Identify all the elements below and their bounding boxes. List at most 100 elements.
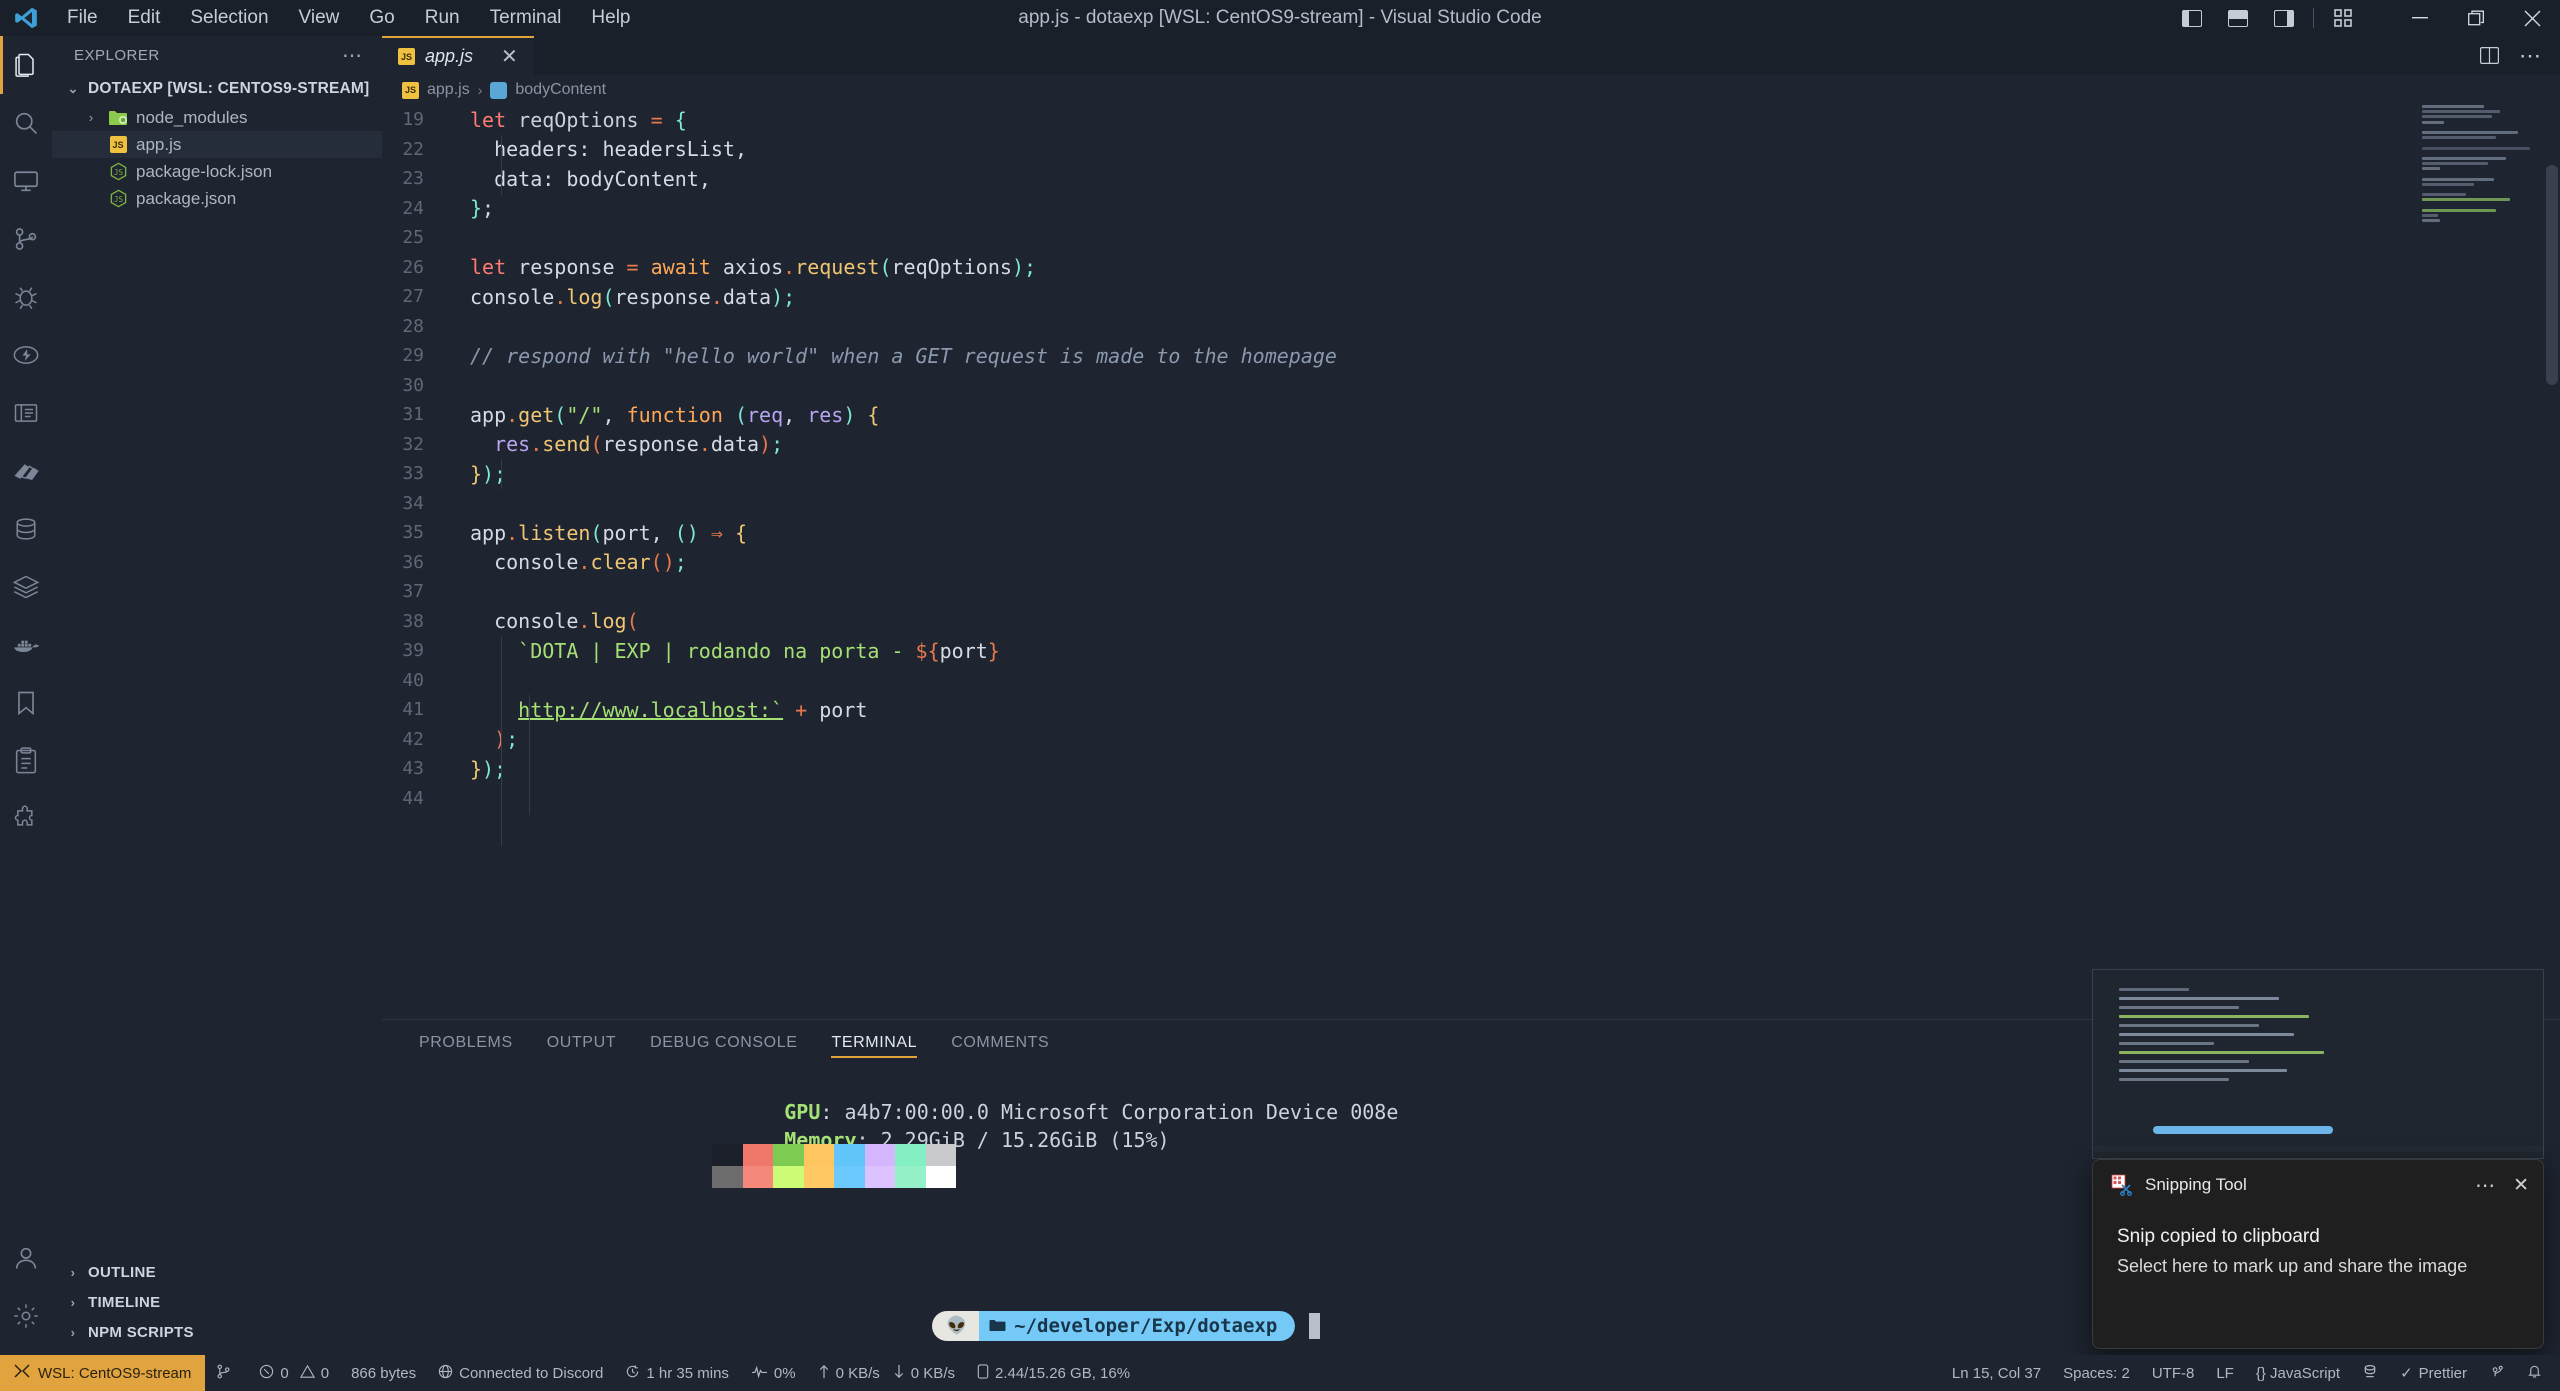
code-line: 26 let response = await axios.request(re… (382, 253, 2560, 283)
sidebar-more-actions-icon[interactable]: ⋯ (342, 43, 364, 68)
tree-item-app-js[interactable]: JS app.js (52, 131, 382, 158)
status-problems[interactable]: 0 0 (248, 1355, 340, 1391)
tab-output[interactable]: OUTPUT (530, 1020, 633, 1066)
activity-themes[interactable] (0, 442, 52, 500)
sidebar-section-outline[interactable]: › OUTLINE (52, 1257, 382, 1287)
status-gitlens[interactable] (2478, 1355, 2516, 1391)
sidebar-title: EXPLORER (74, 46, 160, 64)
editor-tab-app-js[interactable]: JS app.js ✕ (382, 36, 534, 75)
alien-emoji-icon: 👽 (932, 1311, 980, 1341)
notification-header: Snipping Tool ⋯ ✕ (2093, 1160, 2543, 1210)
status-branch[interactable] (205, 1355, 248, 1391)
maximize-button[interactable] (2448, 0, 2504, 36)
activity-extensions[interactable] (0, 790, 52, 848)
status-eol[interactable]: LF (2205, 1355, 2245, 1391)
status-remote-label: WSL: CentOS9-stream (38, 1364, 192, 1382)
close-button[interactable] (2504, 0, 2560, 36)
status-formatter-label: Prettier (2418, 1364, 2467, 1382)
split-editor-icon[interactable] (2468, 36, 2510, 75)
tree-item-package-lock-json[interactable]: JS package-lock.json (52, 158, 382, 185)
toggle-primary-sidebar-icon[interactable] (2169, 0, 2215, 36)
status-uptime[interactable]: 1 hr 35 mins (614, 1355, 740, 1391)
activity-bookmarks[interactable] (0, 674, 52, 732)
close-icon[interactable]: ✕ (2513, 1174, 2529, 1197)
tab-comments[interactable]: COMMENTS (934, 1020, 1066, 1066)
tree-item-package-json[interactable]: JS package.json (52, 185, 382, 212)
activity-settings[interactable] (0, 1287, 52, 1345)
editor-scrollbar-thumb[interactable] (2546, 165, 2558, 385)
menu-edit[interactable]: Edit (113, 3, 176, 33)
code-comment: // respond with "hello world" when a GET… (470, 343, 1337, 368)
activity-search[interactable] (0, 94, 52, 152)
minimize-button[interactable] (2392, 0, 2448, 36)
palette-swatch (803, 1166, 834, 1188)
status-cursor-position[interactable]: Ln 15, Col 37 (1941, 1355, 2052, 1391)
activity-tasks[interactable] (0, 732, 52, 790)
workspace-root-row[interactable]: ⌄ DOTAEXP [WSL: CENTOS9-STREAM] (52, 74, 382, 104)
snipping-tool-preview[interactable] (2092, 969, 2544, 1159)
status-download-speed: 0 KB/s (910, 1364, 955, 1382)
status-cpu[interactable]: 0% (740, 1355, 807, 1391)
activity-run-debug[interactable] (0, 268, 52, 326)
notification-body: Snip copied to clipboard Select here to … (2093, 1210, 2543, 1277)
status-encoding[interactable]: UTF-8 (2141, 1355, 2206, 1391)
status-indentation[interactable]: Spaces: 2 (2052, 1355, 2141, 1391)
activity-remote-explorer[interactable] (0, 152, 52, 210)
notification-more-icon[interactable]: ⋯ (2475, 1173, 2497, 1198)
status-filesize[interactable]: 866 bytes (340, 1355, 427, 1391)
status-disk[interactable]: 2.44/15.26 GB, 16% (966, 1355, 1141, 1391)
tab-debug-console[interactable]: DEBUG CONSOLE (633, 1020, 814, 1066)
activity-bar (0, 36, 52, 1355)
status-formatter[interactable]: ✓ Prettier (2389, 1355, 2478, 1391)
activity-source-control[interactable] (0, 210, 52, 268)
line-number: 25 (402, 227, 424, 249)
sidebar-section-timeline[interactable]: › TIMELINE (52, 1287, 382, 1317)
snipping-tool-notification[interactable]: Snipping Tool ⋯ ✕ Snip copied to clipboa… (2092, 1159, 2544, 1349)
terminal-value: a4b7:00:00.0 Microsoft Corporation Devic… (844, 1100, 1399, 1124)
menu-go[interactable]: Go (354, 3, 409, 33)
menu-selection[interactable]: Selection (175, 3, 283, 33)
menu-terminal[interactable]: Terminal (475, 3, 577, 33)
vscode-logo-icon (0, 5, 52, 31)
menu-help[interactable]: Help (576, 3, 645, 33)
line-number: 43 (402, 758, 424, 780)
activity-explorer[interactable] (0, 36, 52, 94)
activity-layers[interactable] (0, 558, 52, 616)
activity-docker[interactable] (0, 616, 52, 674)
tree-item-node_modules[interactable]: › node_modules (52, 104, 382, 131)
breadcrumb-item-symbol[interactable]: bodyContent (515, 81, 606, 99)
localhost-link[interactable]: http://www.localhost:` (518, 698, 783, 722)
menu-file[interactable]: File (52, 3, 113, 33)
editor-more-actions-icon[interactable]: ⋯ (2510, 36, 2552, 75)
menu-view[interactable]: View (284, 3, 355, 33)
activity-database[interactable] (0, 500, 52, 558)
sidebar: EXPLORER ⋯ ⌄ DOTAEXP [WSL: CENTOS9-STREA… (52, 36, 382, 1355)
status-discord[interactable]: Connected to Discord (427, 1355, 614, 1391)
breadcrumb-item-file[interactable]: app.js (427, 81, 470, 99)
status-network[interactable]: 0 KB/s 0 KB/s (807, 1355, 966, 1391)
chevron-right-icon: › (70, 1264, 76, 1280)
editor-minimap[interactable] (2422, 105, 2542, 1019)
toggle-panel-icon[interactable] (2215, 0, 2261, 36)
editor-area: JS app.js ✕ ⋯ JS app.js › bodyContent 19… (382, 36, 2560, 1019)
activity-todo[interactable] (0, 384, 52, 442)
code-line: 44 (382, 784, 2560, 814)
status-remote-indicator[interactable]: WSL: CentOS9-stream (0, 1355, 206, 1391)
status-language-mode[interactable]: {} JavaScript (2245, 1355, 2351, 1391)
close-icon[interactable]: ✕ (501, 44, 518, 69)
menu-run[interactable]: Run (410, 3, 475, 33)
customize-layout-icon[interactable] (2320, 0, 2366, 36)
line-number: 19 (402, 109, 424, 131)
tab-problems[interactable]: PROBLEMS (402, 1020, 530, 1066)
activity-accounts[interactable] (0, 1229, 52, 1287)
status-notifications[interactable] (2516, 1355, 2560, 1391)
tab-terminal[interactable]: TERMINAL (814, 1020, 934, 1066)
sidebar-section-npm-scripts[interactable]: › NPM SCRIPTS (52, 1317, 382, 1347)
palette-row-bright (712, 1166, 956, 1188)
activity-thunder-client[interactable] (0, 326, 52, 384)
status-port-forward[interactable] (2351, 1355, 2389, 1391)
code-editor[interactable]: 19 let reqOptions = { 22 headers: header… (382, 105, 2560, 1019)
palette-swatch (864, 1144, 895, 1166)
terminal-prompt: 👽 ~/developer/Exp/dotaexp (932, 1311, 1296, 1341)
toggle-secondary-sidebar-icon[interactable] (2261, 0, 2307, 36)
